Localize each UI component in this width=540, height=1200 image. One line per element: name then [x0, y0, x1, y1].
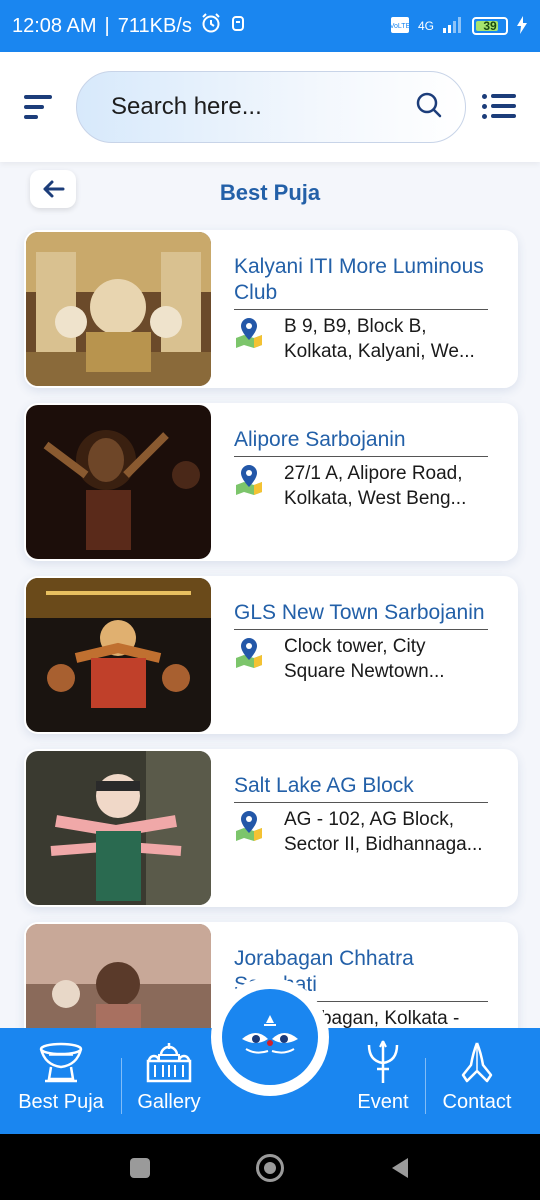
- puja-image: [26, 578, 211, 732]
- search-icon[interactable]: [415, 91, 443, 124]
- map-pin-icon: [234, 636, 264, 668]
- trishul-icon: [367, 1040, 399, 1083]
- nav-gallery[interactable]: Gallery: [128, 1028, 210, 1134]
- puja-card[interactable]: Alipore Sarbojanin 27/1 A, Alipore Road,…: [24, 403, 518, 561]
- nav-divider: [121, 1058, 122, 1114]
- alarm-icon: [200, 12, 222, 40]
- charging-icon: [516, 15, 528, 37]
- lamp-icon: [39, 1042, 83, 1083]
- home-system-button[interactable]: [256, 1154, 284, 1182]
- volte-icon: VoLTE: [390, 16, 411, 37]
- recents-button[interactable]: [130, 1158, 150, 1178]
- puja-name: GLS New Town Sarbojanin: [234, 600, 488, 630]
- drawer-menu-icon[interactable]: [24, 95, 56, 119]
- nav-best-puja-label: Best Puja: [18, 1091, 104, 1113]
- durga-eyes-icon: [242, 1015, 298, 1054]
- system-nav-bar: [0, 1134, 540, 1200]
- nav-gallery-label: Gallery: [137, 1091, 201, 1113]
- back-system-button[interactable]: [390, 1156, 410, 1185]
- page-title: Best Puja: [219, 180, 321, 205]
- svg-text:VoLTE: VoLTE: [390, 23, 410, 30]
- nav-event[interactable]: Event: [350, 1028, 416, 1134]
- puja-list: Kalyani ITI More Luminous Club B 9, B9, …: [24, 230, 518, 1095]
- puja-card[interactable]: Salt Lake AG Block AG - 102, AG Block, S…: [24, 749, 518, 907]
- nav-event-label: Event: [357, 1091, 409, 1113]
- puja-address: B 9, B9, Block B, Kolkata, Kalyani, We..…: [284, 316, 475, 362]
- map-pin-icon: [234, 463, 264, 495]
- status-bar: 12:08 AM | 711KB/s VoLTE 4G 39: [0, 0, 540, 52]
- status-time: 12:08 AM: [12, 14, 97, 37]
- home-button[interactable]: [222, 989, 318, 1085]
- map-pin-icon: [234, 316, 264, 348]
- puja-image: [26, 232, 211, 386]
- network-type: 4G: [417, 19, 434, 33]
- list-menu-icon[interactable]: [482, 94, 516, 120]
- battery-icon: 39: [472, 17, 508, 35]
- puja-name: Salt Lake AG Block: [234, 773, 488, 803]
- nav-best-puja[interactable]: Best Puja: [14, 1028, 108, 1134]
- puja-address: AG - 102, AG Block, Sector II, Bidhannag…: [284, 809, 483, 855]
- signal-icon: [442, 16, 464, 37]
- map-pin-icon: [234, 809, 264, 841]
- nav-contact[interactable]: Contact: [436, 1028, 518, 1134]
- puja-name: Alipore Sarbojanin: [234, 427, 488, 457]
- nav-divider: [425, 1058, 426, 1114]
- back-triangle-icon: [392, 1158, 408, 1178]
- puja-card[interactable]: GLS New Town Sarbojanin Clock tower, Cit…: [24, 576, 518, 734]
- puja-image: [26, 405, 211, 559]
- vpn-icon: [230, 13, 246, 39]
- namaste-icon: [461, 1042, 493, 1083]
- page-header: Best Puja: [0, 162, 540, 226]
- puja-name: Kalyani ITI More Luminous Club: [234, 254, 488, 310]
- search-input[interactable]: Search here...: [111, 93, 415, 121]
- status-separator: |: [104, 14, 110, 37]
- puja-card[interactable]: Kalyani ITI More Luminous Club B 9, B9, …: [24, 230, 518, 388]
- puja-address: Clock tower, City Square Newtown...: [284, 636, 445, 682]
- nav-contact-label: Contact: [442, 1091, 512, 1113]
- search-bar[interactable]: Search here...: [76, 71, 466, 143]
- battery-level: 39: [483, 19, 497, 33]
- status-speed: 711KB/s: [117, 14, 192, 37]
- puja-image: [26, 751, 211, 905]
- palace-icon: [146, 1043, 192, 1083]
- app-header: Search here...: [0, 52, 540, 162]
- puja-address: 27/1 A, Alipore Road, Kolkata, West Beng…: [284, 463, 467, 509]
